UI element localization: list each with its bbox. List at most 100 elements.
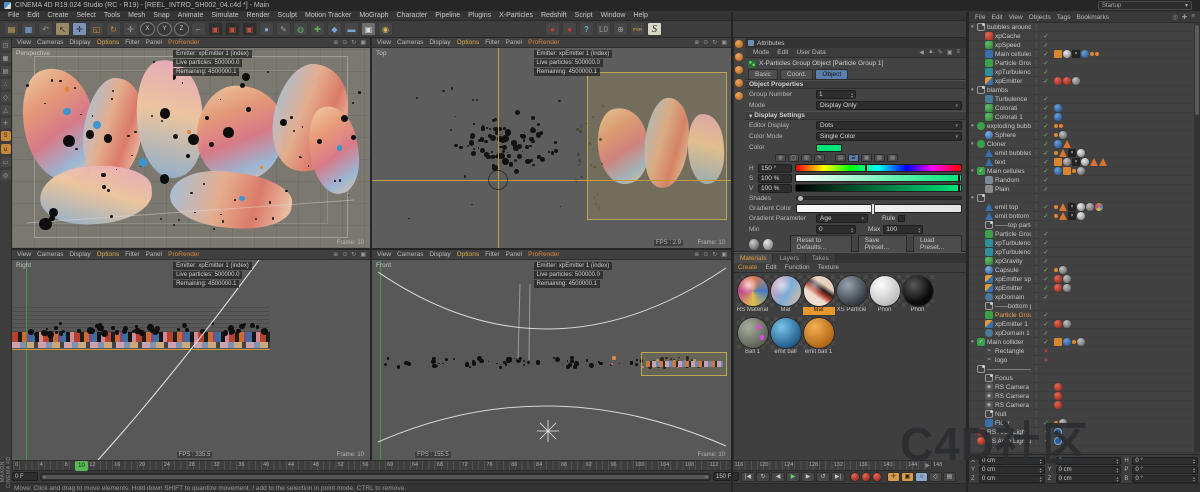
viewport-menu-item[interactable]: Cameras bbox=[34, 39, 66, 46]
object-tag-icon[interactable] bbox=[1054, 50, 1062, 58]
object-name[interactable]: Turbulence bbox=[995, 96, 1027, 103]
viewport-menu-item[interactable]: Filter bbox=[482, 39, 502, 46]
menu-item[interactable]: Script bbox=[571, 12, 597, 19]
object-name[interactable]: xpEmitter splines bbox=[995, 276, 1031, 283]
edit-icon[interactable]: ✎ bbox=[936, 49, 945, 56]
enable-toggle[interactable] bbox=[1042, 113, 1050, 121]
rotate-tool-button[interactable]: ↻ bbox=[106, 22, 121, 36]
object-tag-icon[interactable] bbox=[1063, 167, 1071, 175]
pan-icon[interactable]: ⊕ bbox=[331, 251, 340, 258]
viewport-right[interactable]: ViewCamerasDisplayOptionsFilterPanelProR… bbox=[12, 250, 370, 460]
timeline-ruler[interactable]: 0481216202428323640444852566064687276808… bbox=[12, 460, 932, 471]
object-row[interactable]: Main cellules bbox=[969, 167, 1200, 176]
visibility-dots[interactable] bbox=[1033, 338, 1040, 346]
menu-item[interactable]: MoGraph bbox=[355, 12, 392, 19]
object-tag-icon[interactable] bbox=[1077, 167, 1085, 175]
object-name[interactable]: blambs bbox=[987, 87, 1008, 94]
object-row[interactable]: xpEmitter splines bbox=[969, 275, 1200, 284]
object-manager-menu-item[interactable]: Tags bbox=[1054, 14, 1074, 21]
spline-pen-button[interactable]: ✎ bbox=[276, 22, 291, 36]
mode-select[interactable]: Display Only▾ bbox=[816, 101, 962, 110]
visibility-dots[interactable] bbox=[1033, 410, 1040, 418]
object-name[interactable]: bubbles around bbox=[987, 24, 1031, 31]
section-display-settings[interactable]: ▾ Display Settings bbox=[745, 111, 966, 120]
object-row[interactable]: blambs bbox=[969, 86, 1200, 95]
viewport-perspective[interactable]: ViewCamerasDisplayOptionsFilterPanelProR… bbox=[12, 38, 370, 248]
object-row[interactable]: Plain bbox=[969, 185, 1200, 194]
visibility-dots[interactable] bbox=[1033, 140, 1040, 148]
object-manager-menu-item[interactable]: Bookmarks bbox=[1073, 14, 1112, 21]
coordinate-field[interactable]: 0 cm▴▾ bbox=[1056, 475, 1122, 483]
object-tag-icon[interactable] bbox=[1095, 203, 1103, 211]
materials-menu-item[interactable]: Edit bbox=[762, 264, 781, 271]
object-tag-icon[interactable] bbox=[1054, 338, 1062, 346]
object-row[interactable]: RS Area Light bbox=[969, 428, 1200, 437]
list-icon[interactable]: ≡ bbox=[954, 49, 962, 56]
attributes-tab[interactable]: Coord. bbox=[780, 69, 814, 80]
key-rotation-toggle[interactable]: ○ bbox=[915, 472, 928, 482]
viewport-menu-item[interactable]: Panel bbox=[143, 251, 166, 258]
object-name[interactable]: text bbox=[995, 159, 1005, 166]
material-item[interactable]: Mat bbox=[803, 275, 835, 315]
value-field[interactable]: 100 % bbox=[758, 184, 792, 193]
viewport-menu-item[interactable]: ProRender bbox=[165, 251, 202, 258]
object-name[interactable]: Main cellules 1 bbox=[995, 51, 1031, 58]
viewport-menu-item[interactable]: Cameras bbox=[34, 251, 66, 258]
object-tag-icon[interactable] bbox=[1068, 203, 1076, 211]
enable-toggle[interactable] bbox=[1042, 176, 1050, 184]
visibility-dots[interactable] bbox=[1033, 293, 1040, 301]
viewport-menu-item[interactable]: View bbox=[374, 39, 394, 46]
maximize-view-icon[interactable]: ▣ bbox=[358, 39, 368, 46]
viewport-menu-item[interactable]: Display bbox=[66, 39, 93, 46]
enable-toggle[interactable] bbox=[1042, 50, 1050, 58]
viewport-menu-item[interactable]: ProRender bbox=[165, 39, 202, 46]
object-tag-icon[interactable] bbox=[1054, 151, 1058, 155]
object-name[interactable]: xpDomain 1 bbox=[995, 330, 1030, 337]
visibility-dots[interactable] bbox=[1033, 266, 1040, 274]
rotate-view-icon[interactable]: ↻ bbox=[710, 251, 719, 258]
visibility-dots[interactable] bbox=[1033, 113, 1040, 121]
xp-palette-icon-3[interactable] bbox=[735, 66, 743, 74]
object-tag-icon[interactable] bbox=[1054, 284, 1062, 292]
visibility-dots[interactable] bbox=[1033, 257, 1040, 265]
key-position-toggle[interactable]: ✛ bbox=[887, 472, 900, 482]
timeline-playhead[interactable]: 10 bbox=[75, 461, 88, 471]
xp-palette-icon-1[interactable] bbox=[735, 40, 743, 48]
xp-emitter-icon[interactable]: ● bbox=[545, 22, 560, 36]
section-object-properties[interactable]: Object Properties bbox=[745, 80, 966, 89]
object-tag-icon[interactable] bbox=[1068, 212, 1076, 220]
visibility-dots[interactable] bbox=[1033, 392, 1040, 400]
viewport-menu-item[interactable]: Panel bbox=[143, 39, 166, 46]
object-row[interactable]: Main collider bbox=[969, 338, 1200, 347]
environment-button[interactable]: ▬ bbox=[344, 22, 359, 36]
up-icon[interactable]: ▲ bbox=[926, 49, 936, 56]
enable-axis-icon[interactable]: ✛ bbox=[1, 118, 11, 128]
scale-tool-button[interactable]: ◱ bbox=[89, 22, 104, 36]
viewport-menu-item[interactable]: Cameras bbox=[394, 251, 426, 258]
object-tag-icon[interactable] bbox=[1059, 419, 1067, 427]
zoom-icon[interactable]: ⊙ bbox=[701, 251, 710, 258]
xp-palette-icon-5[interactable] bbox=[735, 92, 743, 100]
object-row[interactable]: emit bottom bbox=[969, 212, 1200, 221]
enable-toggle[interactable] bbox=[1042, 275, 1050, 283]
visibility-dots[interactable] bbox=[1033, 374, 1040, 382]
object-tag-icon[interactable] bbox=[1054, 275, 1062, 283]
gradient-color-bar[interactable] bbox=[796, 204, 962, 213]
object-name[interactable]: RS Area Light 1 bbox=[987, 438, 1031, 445]
object-tag-icon[interactable] bbox=[1054, 401, 1062, 409]
coordinate-field[interactable]: 0 °▴▾ bbox=[1132, 466, 1198, 474]
undo-button[interactable]: ↶ bbox=[38, 22, 53, 36]
visibility-dots[interactable] bbox=[1033, 185, 1040, 193]
object-tag-icon[interactable] bbox=[1063, 320, 1071, 328]
enable-toggle[interactable] bbox=[1042, 131, 1050, 139]
object-row[interactable]: RS Camera 2 bbox=[969, 401, 1200, 410]
viewport-menu-item[interactable]: Display bbox=[426, 251, 453, 258]
group-number-field[interactable]: 1▴▾ bbox=[816, 90, 856, 99]
viewport-menu-item[interactable]: Panel bbox=[503, 39, 526, 46]
enable-toggle[interactable] bbox=[1042, 32, 1050, 40]
rotate-view-icon[interactable]: ↻ bbox=[349, 39, 358, 46]
viewport-solo-icon[interactable]: ◎ bbox=[1, 170, 11, 180]
object-name[interactable]: xpCache bbox=[995, 33, 1021, 40]
object-name[interactable]: exploding bubbles bbox=[987, 123, 1031, 130]
visibility-dots[interactable] bbox=[1033, 41, 1040, 49]
